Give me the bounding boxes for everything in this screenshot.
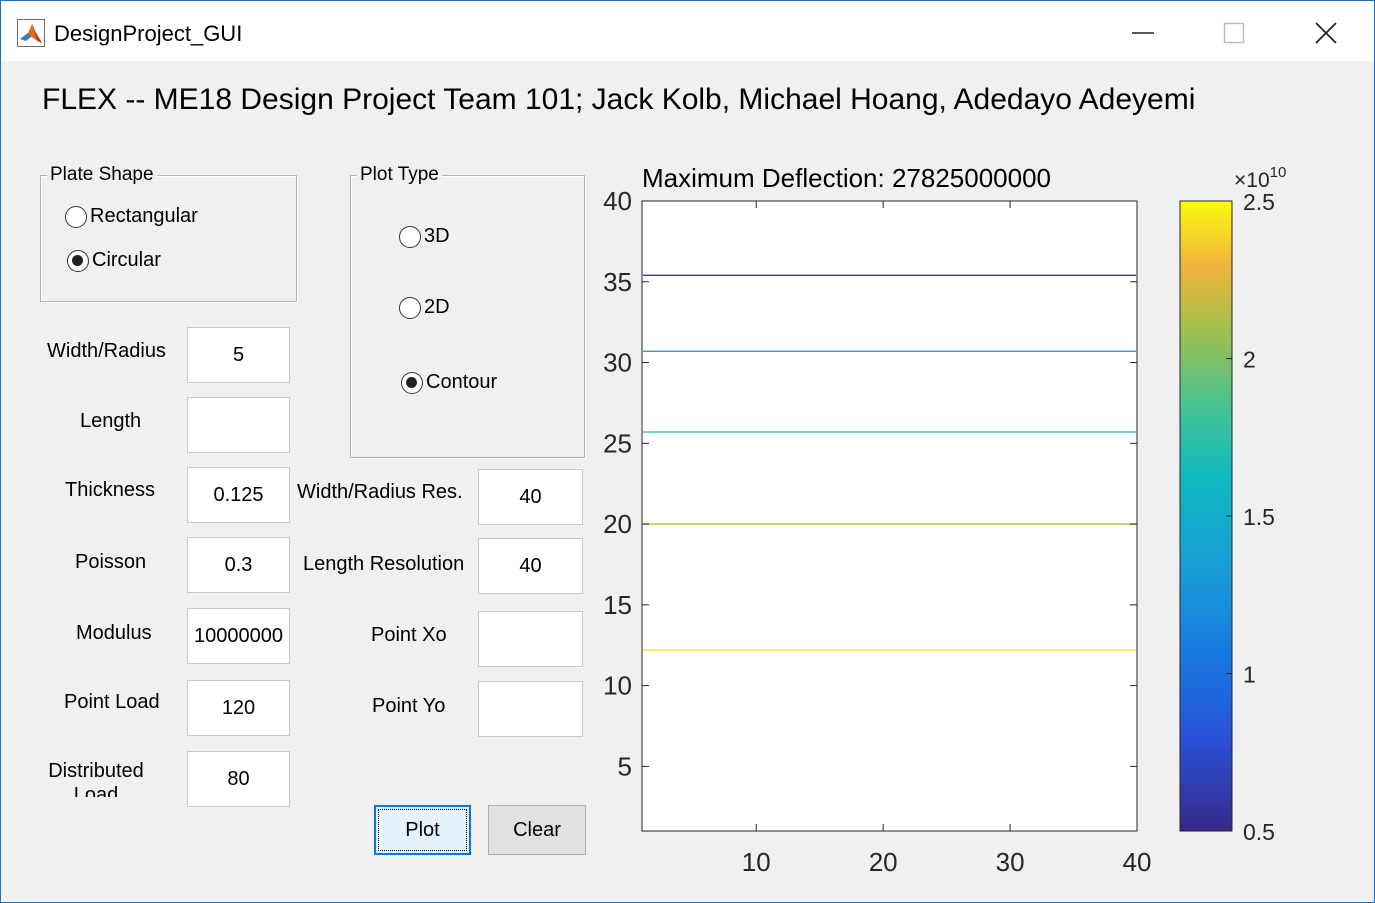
y-tick-label: 10 (603, 671, 632, 701)
y-tick-label: 5 (618, 751, 632, 781)
colorbar-tick-label: 2 (1243, 347, 1256, 373)
colorbar-exponent-power: 10 (1270, 164, 1287, 181)
colorbar-exponent: ×1010 (1234, 164, 1286, 192)
app-window: DesignProject_GUI FLEX -- ME18 Design Pr… (0, 0, 1375, 903)
y-tick-label: 25 (603, 428, 632, 458)
y-tick-label: 35 (603, 267, 632, 297)
colorbar-tick-label: 2.5 (1243, 189, 1275, 215)
plot-area (641, 200, 1138, 832)
contour-chart: Maximum Deflection: 27825000000 10 20 30 40… (603, 163, 1286, 877)
x-tick-label: 40 (1123, 847, 1152, 877)
colorbar-tick-label: 0.5 (1243, 819, 1275, 845)
chart-title: Maximum Deflection: 27825000000 (642, 163, 1051, 193)
colorbar-tick-label: 1.5 (1243, 504, 1275, 530)
y-tick-label: 40 (603, 186, 632, 216)
y-tick-label: 15 (603, 590, 632, 620)
x-tick-label: 30 (996, 847, 1025, 877)
x-tick-label: 20 (869, 847, 898, 877)
y-tick-label: 30 (603, 348, 632, 378)
colorbar-exponent-prefix: ×10 (1234, 169, 1270, 192)
colorbar (1179, 200, 1233, 832)
x-tick-label: 10 (742, 847, 771, 877)
y-tick-label: 20 (603, 509, 632, 539)
colorbar-tick-label: 1 (1243, 662, 1256, 688)
